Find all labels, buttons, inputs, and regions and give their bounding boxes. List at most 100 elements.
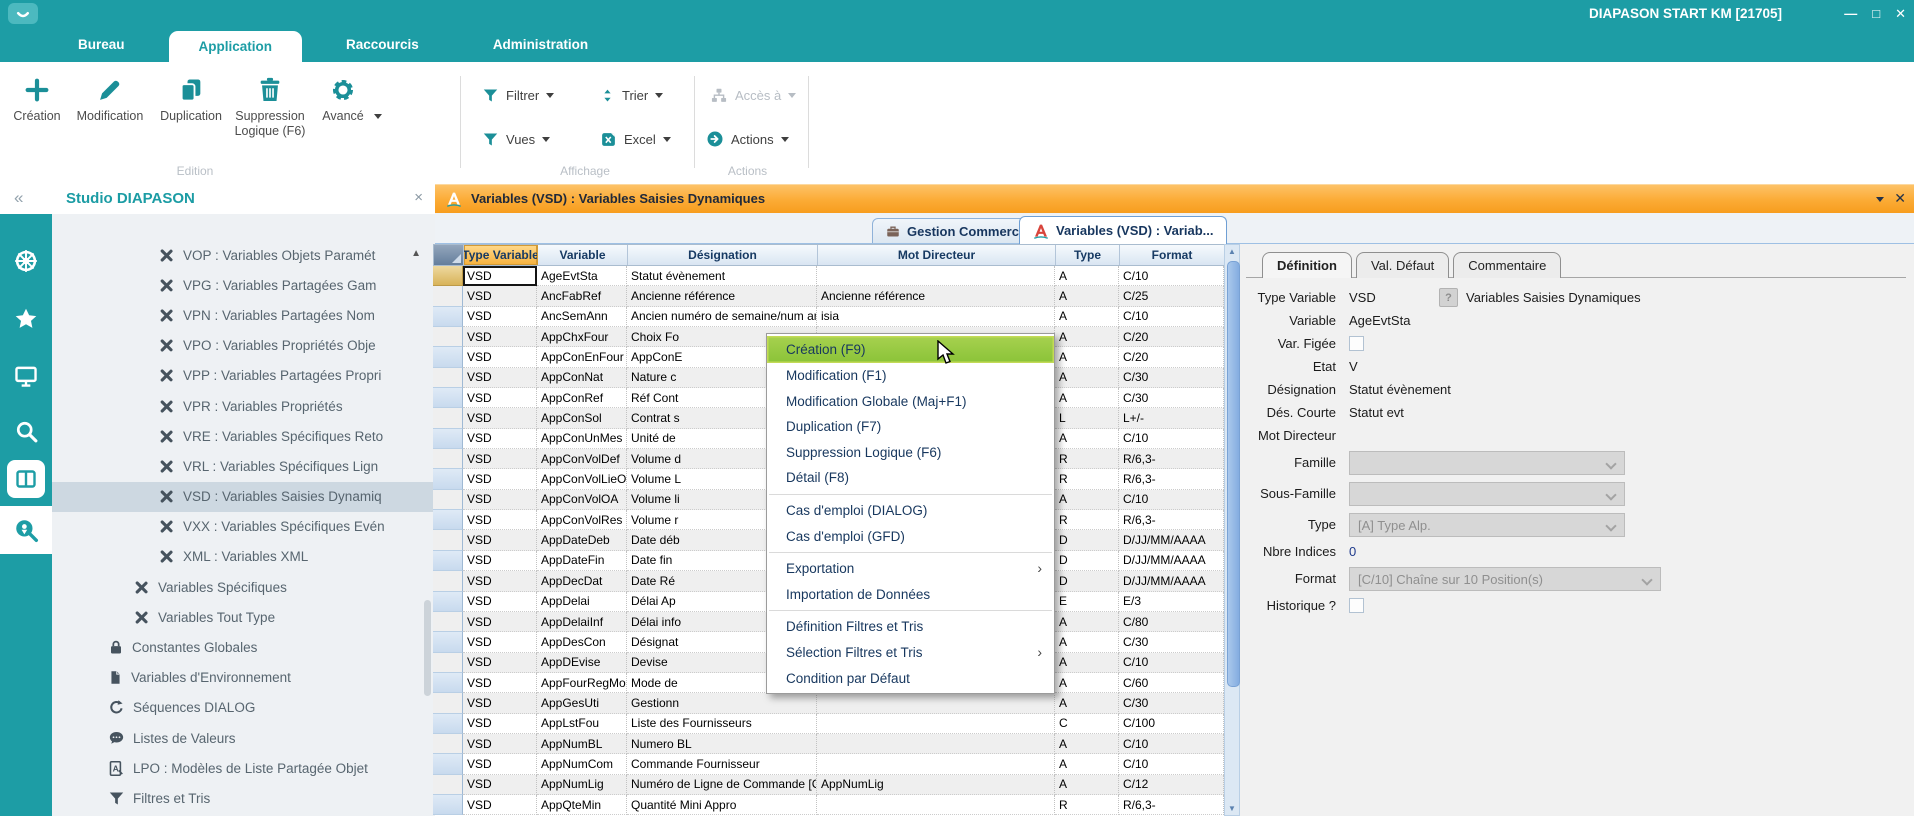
table-cell[interactable]: D/JJ/MM/AAAA (1119, 571, 1224, 591)
row-selector-header[interactable] (434, 245, 464, 265)
famille-select[interactable] (1349, 451, 1625, 475)
sidebar-item-variables-tout-type[interactable]: Variables Tout Type (52, 602, 435, 632)
menu-tab-raccourcis[interactable]: Raccourcis (316, 27, 449, 62)
table-cell[interactable]: VSD (463, 490, 537, 510)
table-cell[interactable]: C/10 (1119, 754, 1224, 774)
minimize-button[interactable]: — (1844, 7, 1857, 20)
column-header-type-variable[interactable]: Type Variable (464, 245, 538, 265)
sidebar-item-vxx[interactable]: VXX : Variables Spécifiques Evén (52, 512, 435, 542)
table-cell[interactable]: AppConSol (537, 408, 627, 428)
menu-item-selection-filtres-et-tris[interactable]: Sélection Filtres et Tris› (767, 640, 1054, 666)
table-cell[interactable]: A (1055, 327, 1119, 347)
table-cell[interactable]: R (1055, 795, 1119, 815)
menu-item-exportation[interactable]: Exportation› (767, 556, 1054, 582)
sidebar-item-sequences-dialog[interactable]: Séquences DIALOG (52, 693, 435, 723)
row-selector[interactable] (433, 754, 463, 774)
tree-scrollbar-thumb[interactable] (424, 600, 431, 696)
table-cell[interactable]: AppDateFin (537, 551, 627, 571)
table-cell[interactable]: A (1055, 266, 1119, 286)
table-cell[interactable]: C/10 (1119, 429, 1224, 449)
actions-button[interactable]: Actions (706, 126, 789, 152)
table-cell[interactable]: A (1055, 347, 1119, 367)
menu-item-modification-globale-maj-f1[interactable]: Modification Globale (Maj+F1) (767, 389, 1054, 415)
sidebar-item-variables-specifiques[interactable]: Variables Spécifiques (52, 572, 435, 602)
tree-scroll-up-icon[interactable]: ▲ (411, 248, 421, 259)
sidebar-item-vre[interactable]: VRE : Variables Spécifiques Reto (52, 421, 435, 451)
table-cell[interactable]: AppNumLig (817, 775, 1055, 795)
table-cell[interactable]: AppConVolDef (537, 449, 627, 469)
row-selector[interactable] (433, 714, 463, 734)
row-selector[interactable] (433, 510, 463, 530)
table-cell[interactable]: L+/- (1119, 408, 1224, 428)
menu-tab-administration[interactable]: Administration (463, 27, 618, 62)
table-cell[interactable]: R (1055, 469, 1119, 489)
document-collapse-icon[interactable] (1876, 197, 1884, 202)
table-cell[interactable]: VSD (463, 429, 537, 449)
table-cell[interactable]: AppFourRegMod (537, 673, 627, 693)
table-cell[interactable] (817, 266, 1055, 286)
table-cell[interactable]: A (1055, 612, 1119, 632)
table-cell[interactable]: VSD (463, 571, 537, 591)
table-cell[interactable]: VSD (463, 347, 537, 367)
table-cell[interactable]: AncSemAnn (537, 307, 627, 327)
table-cell[interactable]: AppConRef (537, 388, 627, 408)
table-cell[interactable]: VSD (463, 510, 537, 530)
table-cell[interactable] (817, 754, 1055, 774)
filtrer-button[interactable]: Filtrer (482, 82, 554, 108)
table-cell[interactable]: C/60 (1119, 673, 1224, 693)
table-cell[interactable]: A (1055, 388, 1119, 408)
table-cell[interactable]: C/12 (1119, 775, 1224, 795)
table-cell[interactable]: R (1055, 449, 1119, 469)
row-selector[interactable] (433, 632, 463, 652)
row-selector[interactable] (433, 530, 463, 550)
menu-tab-bureau[interactable]: Bureau (48, 27, 155, 62)
table-cell[interactable]: VSD (463, 775, 537, 795)
creation-button[interactable]: Création (8, 74, 66, 124)
table-cell[interactable]: A (1055, 775, 1119, 795)
table-cell[interactable]: VSD (463, 734, 537, 754)
table-row[interactable]: VSDAppNumBLNumero BLAC/10 (433, 734, 1224, 754)
sidebar-item-xml[interactable]: XML : Variables XML (52, 542, 435, 572)
table-cell[interactable]: AppConEnFour (537, 347, 627, 367)
table-cell[interactable]: C/25 (1119, 286, 1224, 306)
column-header-mot-directeur[interactable]: Mot Directeur (818, 245, 1056, 265)
sidebar-item-constantes-globales[interactable]: Constantes Globales (52, 632, 435, 662)
rail-item-columns[interactable] (0, 456, 52, 502)
menu-item-importation-de-donnees[interactable]: Importation de Données (767, 582, 1054, 608)
table-cell[interactable]: R/6,3- (1119, 510, 1224, 530)
table-cell[interactable]: C/30 (1119, 368, 1224, 388)
table-cell[interactable]: VSD (463, 632, 537, 652)
table-row[interactable]: VSDAncSemAnnAncien numéro de semaine/num… (433, 307, 1224, 327)
column-header-type[interactable]: Type (1056, 245, 1120, 265)
table-cell[interactable]: A (1055, 490, 1119, 510)
row-selector[interactable] (433, 469, 463, 489)
table-cell[interactable] (817, 795, 1055, 815)
menu-item-cas-d-emploi-dialog[interactable]: Cas d'emploi (DIALOG) (767, 498, 1054, 524)
chevron-down-icon[interactable] (374, 114, 382, 119)
detail-tab-val-defaut[interactable]: Val. Défaut (1356, 252, 1449, 278)
row-selector[interactable] (433, 286, 463, 306)
scroll-down-arrow-icon[interactable]: ▼ (1225, 804, 1239, 813)
column-header-designation[interactable]: Désignation (628, 245, 818, 265)
sidebar-item-vpn[interactable]: VPN : Variables Partagées Nom (52, 300, 435, 330)
table-cell[interactable]: VSD (463, 673, 537, 693)
row-selector[interactable] (433, 449, 463, 469)
rail-item-star[interactable] (0, 296, 52, 342)
table-cell[interactable]: VSD (463, 388, 537, 408)
table-cell[interactable]: AppDelai (537, 592, 627, 612)
table-cell[interactable]: A (1055, 734, 1119, 754)
sidebar-item-variables-d-environnement[interactable]: Variables d'Environnement (52, 663, 435, 693)
menu-tab-application[interactable]: Application (169, 31, 303, 62)
row-selector[interactable] (433, 490, 463, 510)
table-cell[interactable]: A (1055, 653, 1119, 673)
document-close-icon[interactable]: ✕ (1894, 190, 1906, 207)
table-cell[interactable]: VSD (463, 530, 537, 550)
table-cell[interactable]: VSD (463, 693, 537, 713)
table-cell[interactable]: VSD (463, 612, 537, 632)
row-selector[interactable] (433, 266, 463, 286)
row-selector[interactable] (433, 592, 463, 612)
table-cell[interactable]: A (1055, 286, 1119, 306)
table-cell[interactable] (817, 714, 1055, 734)
table-cell[interactable]: R/6,3- (1119, 469, 1224, 489)
table-cell[interactable]: Quantité Mini Appro (627, 795, 817, 815)
